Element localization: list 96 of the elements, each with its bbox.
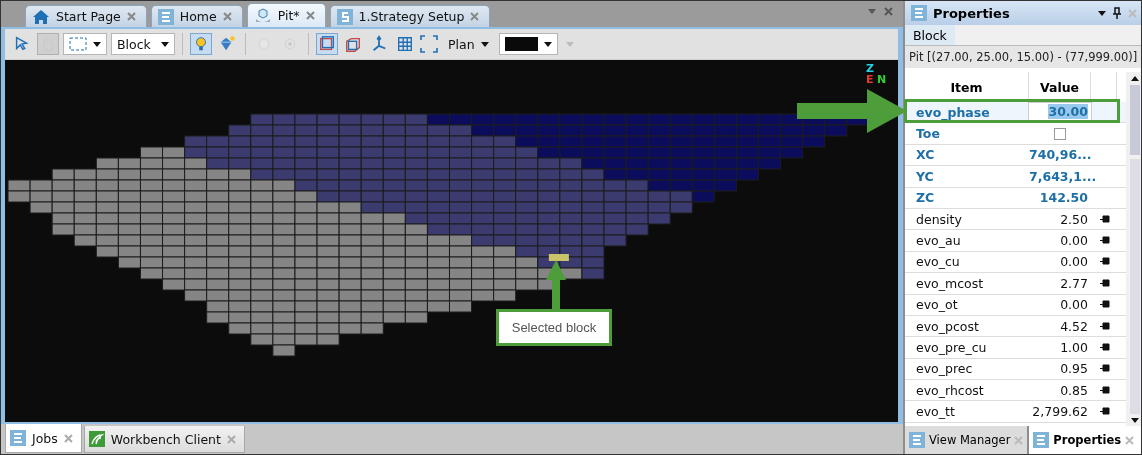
color-dropdown[interactable] [498,33,558,55]
list-icon [909,432,925,448]
property-value: 1.00 [1059,340,1089,355]
pin-icon[interactable] [1098,278,1110,288]
document-tab[interactable]: 1.Strategy Setup [329,5,491,27]
close-icon[interactable] [1125,435,1135,445]
property-value: 0.00 [1059,254,1089,270]
property-row[interactable]: evo_pcost 4.52 [905,315,1126,338]
property-name: evo_mcost [915,275,985,291]
dropdown-icon[interactable] [1098,10,1106,16]
close-icon[interactable] [470,12,480,21]
pin-icon[interactable] [1098,343,1110,352]
callout-label: Selected block [496,309,612,346]
property-value: 0.00 [1059,297,1089,313]
list-icon [10,430,26,446]
property-row[interactable]: evo_ot 0.00 [905,294,1126,316]
selection-dropdown[interactable] [63,33,107,55]
property-name: density [915,211,963,227]
close-icon[interactable] [63,433,73,443]
property-row[interactable]: XC 740,96... [905,144,1126,167]
property-name: evo_phase [915,104,991,120]
frame-icon[interactable] [420,35,438,53]
property-value: 142.50 [1038,190,1089,206]
property-value: 2.77 [1059,275,1089,291]
axis-label: E [866,73,874,86]
close-icon[interactable] [884,7,893,16]
leaf-icon [88,431,105,447]
property-row[interactable]: evo_prec 0.95 [905,358,1126,381]
close-icon[interactable] [126,12,136,21]
pin-icon[interactable] [1098,407,1110,417]
property-row[interactable]: YC 7,643,1... [905,166,1126,188]
strategy-icon [336,8,353,25]
panel-tab[interactable]: Workbench Client [83,426,245,453]
panel-tab[interactable]: Jobs [5,424,82,453]
selected-block[interactable] [548,254,569,261]
property-value: 4.52 [1059,318,1089,334]
property-name: evo_pcost [915,318,980,334]
property-name: XC [915,147,936,163]
property-row[interactable]: evo_tt 2,799.62 [905,401,1126,423]
property-row[interactable]: evo_pre_cu 1.00 [905,337,1126,359]
property-name: YC [915,168,935,184]
property-name: ZC [915,190,936,206]
cube-icon [253,7,272,24]
property-name: evo_tt [915,404,956,420]
document-tab[interactable]: Home [150,5,243,27]
panel-tab[interactable]: Properties [1029,426,1141,454]
list-icon [157,8,174,25]
list-icon [1033,432,1050,448]
home-icon [32,8,50,25]
document-tab[interactable]: Pit* [246,3,326,27]
object-path: Pit [(27.00, 25.00, 15.00) - (77,999.00)] [905,46,1141,68]
view-dropdown[interactable]: Plan [442,33,495,55]
property-tab[interactable]: Block [905,25,955,45]
close-icon[interactable] [305,11,315,20]
property-row[interactable]: evo_rhcost 0.85 [905,380,1126,402]
property-row[interactable]: density 2.50 [905,208,1126,231]
pin-icon[interactable] [1098,257,1110,267]
property-name: evo_rhcost [915,382,985,398]
document-tab[interactable]: Start Page [25,5,147,27]
type-dropdown[interactable]: Block [111,33,175,55]
marquee-icon [69,37,87,51]
property-value: 0.00 [1059,233,1089,249]
close-icon[interactable] [222,12,232,21]
property-row[interactable]: ZC 142.50 [905,187,1126,209]
property-name: Toe [915,126,941,142]
list-icon [911,5,927,21]
property-name: evo_ot [915,297,959,313]
close-icon[interactable] [226,434,236,444]
pin-icon[interactable] [1098,300,1110,310]
pin-icon[interactable] [1098,236,1110,246]
property-value: 740,96... [1029,147,1091,163]
property-value: 2.50 [1059,211,1089,227]
property-value: 0.95 [1059,361,1089,377]
axis-label: N [877,73,887,86]
property-row[interactable]: evo_cu 0.00 [905,251,1126,274]
checkbox[interactable] [1054,127,1066,140]
panel-title: Properties [933,5,1011,21]
property-name: evo_pre_cu [915,340,988,355]
property-row[interactable]: Toe [905,123,1126,145]
arrow-icon [797,89,907,133]
property-row[interactable]: evo_au 0.00 [905,230,1126,252]
pin-icon[interactable] [1098,385,1110,395]
panel-tab[interactable]: View Manager [905,426,1028,454]
pin-icon[interactable] [1112,7,1122,19]
pin-icon[interactable] [1098,214,1110,224]
property-name: evo_au [915,233,962,249]
property-value: 2,799.62 [1031,404,1089,420]
property-name: evo_prec [915,361,974,377]
property-value: 0.85 [1059,382,1089,398]
property-name: evo_cu [915,254,961,270]
pin-icon[interactable] [1098,364,1110,374]
axis-label: Z [866,62,874,75]
scrollbar[interactable] [1126,72,1141,426]
arrow-icon [546,260,566,312]
pin-icon[interactable] [1098,321,1110,331]
property-row[interactable]: evo_mcost 2.77 [905,273,1126,295]
